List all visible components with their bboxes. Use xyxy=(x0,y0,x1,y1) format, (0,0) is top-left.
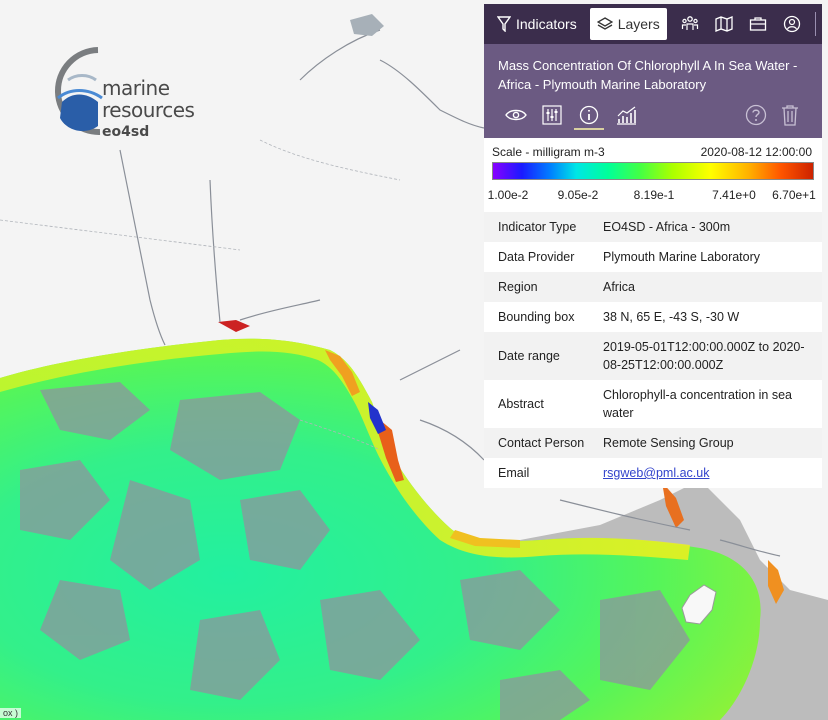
metadata-key: Data Provider xyxy=(498,250,575,264)
logo-emblem-icon xyxy=(55,47,103,136)
table-row: Abstract Chlorophyll-a concentration in s… xyxy=(484,380,822,428)
color-legend: Scale - milligram m-3 2020-08-12 12:00:0… xyxy=(484,138,822,212)
metadata-value: 2019-05-01T12:00:00.000Z to 2020-08-25T1… xyxy=(603,340,805,372)
legend-color-bar xyxy=(492,162,814,180)
tab-indicators-label: Indicators xyxy=(516,16,577,32)
table-row: Date range 2019-05-01T12:00:00.000Z to 20… xyxy=(484,332,822,380)
user-circle-icon[interactable] xyxy=(781,13,803,35)
chart-icon[interactable] xyxy=(612,102,640,128)
metadata-key: Abstract xyxy=(498,397,544,411)
legend-tick: 1.00e-2 xyxy=(487,188,529,202)
eye-icon[interactable] xyxy=(502,102,530,128)
metadata-key: Date range xyxy=(498,349,560,363)
layers-icon xyxy=(596,17,613,30)
side-panel: Indicators Layers Mass Concentration Of … xyxy=(484,4,822,488)
table-row: Bounding box 38 N, 65 E, -43 S, -30 W xyxy=(484,302,822,332)
layer-actions xyxy=(498,102,808,130)
people-icon[interactable] xyxy=(679,13,701,35)
logo-line-3: eo4sd xyxy=(102,124,150,140)
table-row: Indicator Type EO4SD - Africa - 300m xyxy=(484,212,822,242)
metadata-value: Africa xyxy=(603,280,635,294)
legend-date: 2020-08-12 12:00:00 xyxy=(700,145,812,159)
panel-topbar: Indicators Layers xyxy=(484,4,822,44)
info-icon[interactable] xyxy=(574,102,604,130)
legend-tick: 6.70e+1 xyxy=(772,188,816,202)
help-icon[interactable] xyxy=(742,102,770,128)
map-attribution[interactable]: ox ) xyxy=(0,708,22,718)
table-row: Contact Person Remote Sensing Group xyxy=(484,428,822,458)
table-row: Data Provider Plymouth Marine Laboratory xyxy=(484,242,822,272)
email-link[interactable]: rsgweb@pml.ac.uk xyxy=(603,466,709,480)
metadata-key: Bounding box xyxy=(498,310,575,324)
briefcase-icon[interactable] xyxy=(747,13,769,35)
legend-tick: 8.19e-1 xyxy=(633,188,675,202)
legend-scale-label: Scale - milligram m-3 xyxy=(492,145,605,159)
trash-icon[interactable] xyxy=(776,102,804,128)
metadata-value: Chlorophyll-a concentration in sea water xyxy=(603,388,792,420)
toolbar-divider xyxy=(814,12,816,36)
metadata-key: Region xyxy=(498,280,538,294)
legend-tick: 9.05e-2 xyxy=(557,188,599,202)
layer-header: Mass Concentration Of Chlorophyll A In S… xyxy=(484,44,822,138)
metadata-key: Indicator Type xyxy=(498,220,577,234)
tab-layers-label: Layers xyxy=(617,16,660,32)
metadata-key: Email xyxy=(498,466,530,480)
layer-title: Mass Concentration Of Chlorophyll A In S… xyxy=(498,58,798,92)
metadata-value: 38 N, 65 E, -43 S, -30 W xyxy=(603,310,740,324)
logo-line-2: resources xyxy=(102,98,195,122)
table-row: Region Africa xyxy=(484,272,822,302)
metadata-value: Plymouth Marine Laboratory xyxy=(603,250,761,264)
topbar-tools xyxy=(679,12,828,36)
sliders-icon[interactable] xyxy=(538,102,566,128)
logo-line-1: marine xyxy=(102,76,170,100)
metadata-key: Contact Person xyxy=(498,436,585,450)
metadata-value: EO4SD - Africa - 300m xyxy=(603,220,731,234)
marine-resources-logo: marine resources eo4sd xyxy=(48,40,208,150)
filter-icon xyxy=(497,16,511,32)
tab-indicators[interactable]: Indicators xyxy=(490,8,584,40)
table-row: Email rsgweb@pml.ac.uk xyxy=(484,458,822,488)
metadata-table: Indicator Type EO4SD - Africa - 300m Data… xyxy=(484,212,822,488)
legend-tick: 7.41e+0 xyxy=(712,188,756,202)
tab-layers[interactable]: Layers xyxy=(589,8,667,40)
map-icon[interactable] xyxy=(713,13,735,35)
metadata-value: Remote Sensing Group xyxy=(603,436,734,450)
